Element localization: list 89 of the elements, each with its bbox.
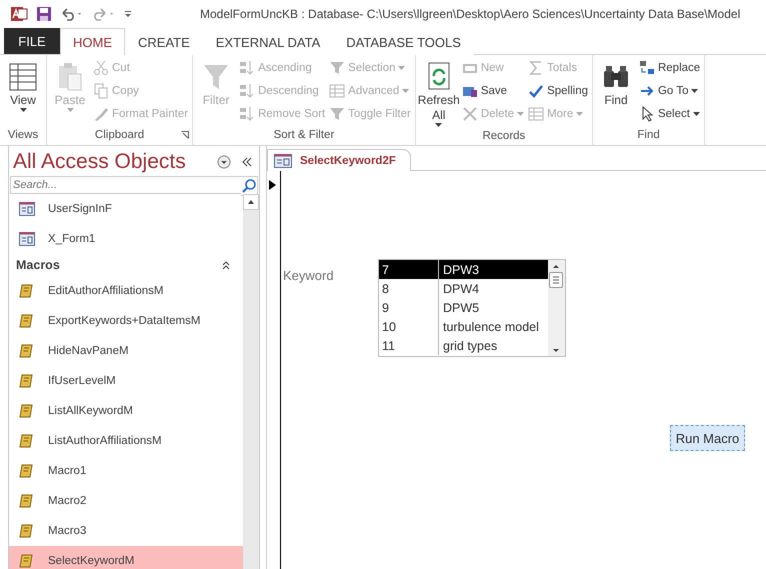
form-icon xyxy=(274,154,292,168)
list-row[interactable]: 7 DPW3 xyxy=(379,260,548,279)
funnel-icon xyxy=(329,60,346,76)
pane-title: All Access Objects xyxy=(13,150,187,174)
scroll-icon xyxy=(19,373,35,389)
macro-item[interactable]: EditAuthorAffiliationsM xyxy=(9,276,243,306)
form-icon xyxy=(19,232,35,246)
scroll-thumb-icon[interactable] xyxy=(548,272,564,288)
scroll-icon xyxy=(19,403,35,419)
collapse-icon[interactable] xyxy=(241,156,253,168)
caret-icon xyxy=(517,112,524,116)
field-label: Keyword xyxy=(283,268,334,283)
ribbon-button[interactable]: View xyxy=(3,57,43,125)
caret-icon xyxy=(435,123,442,127)
delete-icon xyxy=(462,106,478,122)
caret-icon xyxy=(66,108,74,112)
form-item[interactable]: X_Form1 xyxy=(9,224,243,254)
group-label: Records xyxy=(482,130,526,142)
caret-icon xyxy=(398,66,406,70)
table-icon xyxy=(528,106,544,122)
group-header: Macros xyxy=(16,258,60,272)
scroll-icon xyxy=(19,433,35,449)
funnel-icon xyxy=(329,106,346,122)
dialog-launcher-icon[interactable] xyxy=(181,131,190,139)
scroll-icon xyxy=(19,493,35,509)
ribbon-button[interactable]: Refresh All xyxy=(418,57,459,127)
caret-icon xyxy=(692,112,700,116)
customize-toolbar-icon[interactable] xyxy=(124,9,132,19)
run-macro-button[interactable]: Run Macro xyxy=(670,425,745,451)
macro-item[interactable]: ListAuthorAffiliationsM xyxy=(9,426,243,456)
caret-icon xyxy=(691,89,698,93)
ribbon-button[interactable]: Spelling xyxy=(527,80,589,102)
save-icon[interactable] xyxy=(36,6,52,22)
keyword-list-box[interactable]: 7 DPW3 8 DPW4 9 DPW5 10 turbulence model 11 grid types xyxy=(378,259,566,357)
group-label: Sort & Filter xyxy=(274,129,334,141)
replace-icon xyxy=(638,60,655,76)
group-label: Find xyxy=(637,129,660,141)
ribbon-button[interactable]: Go To xyxy=(638,80,702,102)
ribbon-button[interactable]: Find xyxy=(596,57,636,125)
ribbon-button[interactable]: Select xyxy=(638,103,702,125)
advanced-filter-icon xyxy=(329,83,346,99)
scroll-icon xyxy=(19,313,35,329)
caret-icon xyxy=(402,89,410,93)
macro-item[interactable]: HideNavPaneM xyxy=(9,336,243,366)
list-row[interactable]: 9 DPW5 xyxy=(379,298,548,317)
macro-item[interactable]: ListAllKeywordM xyxy=(9,396,243,426)
macro-item[interactable]: SelectKeywordM xyxy=(9,546,243,569)
scroll-icon xyxy=(19,523,35,539)
ribbon-button[interactable]: Replace xyxy=(638,57,702,79)
list-row[interactable]: 8 DPW4 xyxy=(379,279,548,298)
access-logo-icon xyxy=(10,5,28,23)
macro-item[interactable]: Macro2 xyxy=(9,486,243,516)
ribbon-tab[interactable]: HOME xyxy=(60,28,125,55)
sort-descending-icon xyxy=(239,83,256,99)
group-label: Clipboard xyxy=(94,129,144,141)
scroll-icon xyxy=(19,463,35,479)
remove-sort-icon xyxy=(239,106,256,122)
scroll-icon xyxy=(19,553,35,569)
ribbon-button[interactable]: Save xyxy=(460,80,526,102)
form-icon xyxy=(19,202,35,216)
record-selector-icon xyxy=(269,180,276,190)
macro-item[interactable]: Macro3 xyxy=(9,516,243,546)
caret-icon xyxy=(20,108,26,112)
scrollbar[interactable] xyxy=(243,194,259,569)
grid-icon xyxy=(8,61,38,93)
brush-icon xyxy=(93,106,109,122)
search-icon[interactable] xyxy=(241,176,258,196)
list-row[interactable]: 11 grid types xyxy=(379,336,548,355)
dropdown-icon[interactable] xyxy=(217,155,231,169)
macro-item[interactable]: ExportKeywords+DataItemsM xyxy=(9,306,243,336)
document-tab[interactable]: SelectKeyword2F xyxy=(267,149,411,171)
list-row[interactable]: 10 turbulence model xyxy=(379,317,548,336)
scissors-icon xyxy=(93,60,109,76)
chevron-icon[interactable] xyxy=(221,260,231,270)
file-tab[interactable]: FILE xyxy=(4,28,60,54)
undo-icon[interactable] xyxy=(60,7,84,21)
group-label: Views xyxy=(8,129,38,141)
window-title: ModelFormUncKB : Database- C:\Users\llgreen\Desktop\Aero Sciences\Uncertainty Data Base\Model xyxy=(200,7,740,21)
caret-icon xyxy=(576,112,584,116)
macro-item[interactable]: IfUserLevelM xyxy=(9,366,243,396)
sort-ascending-icon xyxy=(239,60,256,76)
spelling-icon xyxy=(528,83,544,99)
scroll-icon xyxy=(19,343,35,359)
form-item[interactable]: UserSignInF xyxy=(9,194,243,224)
copy-icon xyxy=(93,83,109,99)
macro-item[interactable]: Macro1 xyxy=(9,456,243,486)
scroll-icon xyxy=(19,283,35,299)
scroll-up-icon[interactable] xyxy=(243,194,259,210)
search-field[interactable]: Search... xyxy=(10,176,241,194)
